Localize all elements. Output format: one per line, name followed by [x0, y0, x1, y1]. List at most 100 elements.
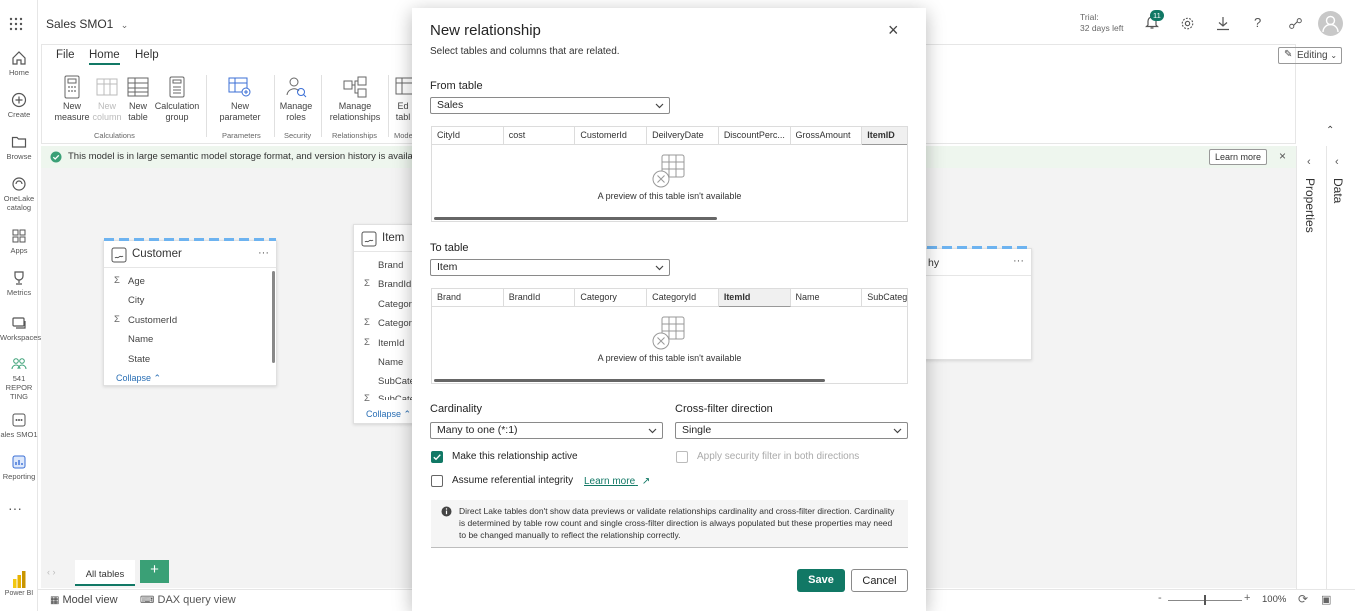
column-header[interactable]: DeilveryDate	[647, 127, 719, 145]
learn-more-link[interactable]: Learn more ↗	[584, 476, 650, 487]
table-card-customer[interactable]: Customer ··· Σ Age City Σ CustomerId Nam…	[103, 238, 277, 386]
group-model: Mode	[394, 131, 413, 140]
data-pane-tab[interactable]: Data	[1331, 178, 1345, 203]
new-measure-button[interactable]: New measure	[54, 75, 90, 123]
column-header[interactable]: cost	[504, 127, 576, 145]
add-layout-button[interactable]: +	[140, 560, 169, 583]
download-button[interactable]	[1216, 16, 1230, 31]
share-button[interactable]	[1288, 16, 1303, 31]
close-icon[interactable]: ×	[888, 21, 899, 39]
chevron-left-icon[interactable]: ‹	[1335, 156, 1339, 168]
horizontal-scrollbar[interactable]	[434, 379, 825, 382]
rail-create[interactable]: Create	[0, 92, 38, 119]
zoom-slider-thumb[interactable]	[1204, 595, 1206, 605]
from-table-label: From table	[430, 80, 483, 92]
card-scrollbar[interactable]	[272, 271, 275, 363]
learn-more-button[interactable]: Learn more	[1209, 149, 1268, 165]
tab-home[interactable]: Home	[89, 49, 120, 65]
chevron-left-icon[interactable]: ‹	[1307, 156, 1311, 168]
rail-workspaces[interactable]: Workspaces	[0, 315, 41, 342]
collapse-ribbon-icon[interactable]: ⌃	[1326, 125, 1334, 136]
group-calculations: Calculations	[94, 131, 135, 140]
horizontal-scrollbar[interactable]	[434, 217, 717, 220]
app-launcher-icon[interactable]	[9, 17, 23, 31]
tab-file[interactable]: File	[56, 49, 75, 61]
sigma-icon: Σ	[364, 337, 370, 348]
model-view-tab[interactable]: ▦ Model view	[50, 594, 118, 606]
fit-to-screen-icon[interactable]: ⟳	[1298, 592, 1308, 606]
new-table-button[interactable]: New table	[124, 75, 152, 123]
field-item[interactable]: Name	[128, 334, 153, 345]
zoom-in-button[interactable]: +	[1244, 592, 1250, 604]
fullscreen-icon[interactable]: ▣	[1321, 593, 1331, 606]
field-item[interactable]: CustomerId	[128, 315, 177, 326]
collapse-link[interactable]: Collapse ⌃	[116, 373, 161, 384]
calculation-group-icon	[169, 76, 185, 98]
field-item[interactable]: Age	[128, 276, 145, 287]
collapse-link[interactable]: Collapse ⌃	[366, 409, 411, 420]
column-header[interactable]: SubCateg	[862, 289, 907, 307]
properties-pane-tab[interactable]: Properties	[1303, 178, 1317, 233]
more-icon[interactable]: ···	[1013, 255, 1024, 267]
calculation-group-button[interactable]: Calculation group	[152, 75, 202, 123]
to-table-select[interactable]: Item	[430, 259, 670, 276]
active-checkbox-label: Make this relationship active	[452, 451, 578, 462]
more-icon[interactable]: ···	[8, 500, 22, 516]
active-checkbox[interactable]	[431, 451, 443, 463]
avatar[interactable]	[1318, 11, 1343, 36]
column-header-selected[interactable]: ItemID	[862, 127, 908, 145]
rail-onelake[interactable]: OneLake catalog	[0, 176, 38, 212]
field-item[interactable]: ItemId	[378, 338, 404, 349]
editing-mode-button[interactable]: ✎ Editing ⌄	[1278, 47, 1342, 64]
powerbi-logo[interactable]: Power BI	[0, 570, 38, 597]
column-header[interactable]: GrossAmount	[791, 127, 863, 145]
rail-current-model[interactable]: ales SMO1	[0, 412, 38, 439]
field-item[interactable]: City	[128, 295, 144, 306]
field-item[interactable]: Name	[378, 357, 403, 368]
rail-home[interactable]: Home	[0, 50, 38, 77]
item-title[interactable]: Sales SMO1 ⌄	[46, 17, 128, 31]
more-icon[interactable]: ···	[258, 247, 269, 259]
column-header[interactable]: CustomerId	[575, 127, 648, 145]
field-item[interactable]: Brand	[378, 260, 403, 271]
settings-button[interactable]	[1180, 16, 1195, 31]
sigma-icon: Σ	[364, 278, 370, 289]
close-icon[interactable]: ×	[1279, 149, 1286, 163]
cancel-button[interactable]: Cancel	[851, 569, 908, 592]
field-item[interactable]: Category	[378, 299, 417, 310]
column-header[interactable]: CityId	[432, 127, 504, 145]
field-item[interactable]: BrandId	[378, 279, 411, 290]
rail-metrics[interactable]: Metrics	[0, 270, 38, 297]
cardinality-select[interactable]: Many to one (*:1)	[430, 422, 663, 439]
zoom-out-button[interactable]: -	[1158, 592, 1162, 604]
column-header[interactable]: DiscountPerc...	[719, 127, 791, 145]
card-divider	[104, 267, 276, 268]
tab-all-tables[interactable]: All tables	[75, 560, 135, 586]
column-header[interactable]: BrandId	[504, 289, 576, 307]
rail-workspace-reporting[interactable]: 541 REPOR TING	[0, 356, 38, 401]
rail-reporting[interactable]: Reporting	[0, 454, 38, 481]
save-button[interactable]: Save	[797, 569, 845, 592]
from-table-select[interactable]: Sales	[430, 97, 670, 114]
column-header[interactable]: CategoryId	[647, 289, 719, 307]
rail-browse[interactable]: Browse	[0, 134, 38, 161]
scroll-tabs-icon[interactable]: ‹ ›	[47, 567, 56, 577]
rail-apps[interactable]: Apps	[0, 228, 38, 255]
referential-integrity-checkbox[interactable]	[431, 475, 443, 487]
dax-query-view-tab[interactable]: ⌨ DAX query view	[140, 594, 236, 606]
edit-tables-button[interactable]: Ed tabl	[392, 75, 414, 123]
field-item[interactable]: State	[128, 354, 150, 365]
column-header-selected[interactable]: ItemId	[718, 289, 791, 307]
tab-help[interactable]: Help	[135, 49, 159, 61]
trial-status[interactable]: Trial: 32 days left	[1080, 12, 1123, 34]
new-parameter-button[interactable]: New parameter	[212, 75, 268, 123]
column-header[interactable]: Brand	[432, 289, 504, 307]
column-header[interactable]: Category	[575, 289, 648, 307]
help-icon[interactable]: ?	[1254, 15, 1261, 30]
column-header[interactable]: Name	[791, 289, 863, 307]
notifications-button[interactable]: 11	[1144, 10, 1164, 30]
manage-roles-button[interactable]: Manage roles	[278, 75, 314, 123]
manage-relationships-button[interactable]: Manage relationships	[326, 75, 384, 123]
crossfilter-select[interactable]: Single	[675, 422, 908, 439]
roles-icon	[286, 77, 307, 98]
